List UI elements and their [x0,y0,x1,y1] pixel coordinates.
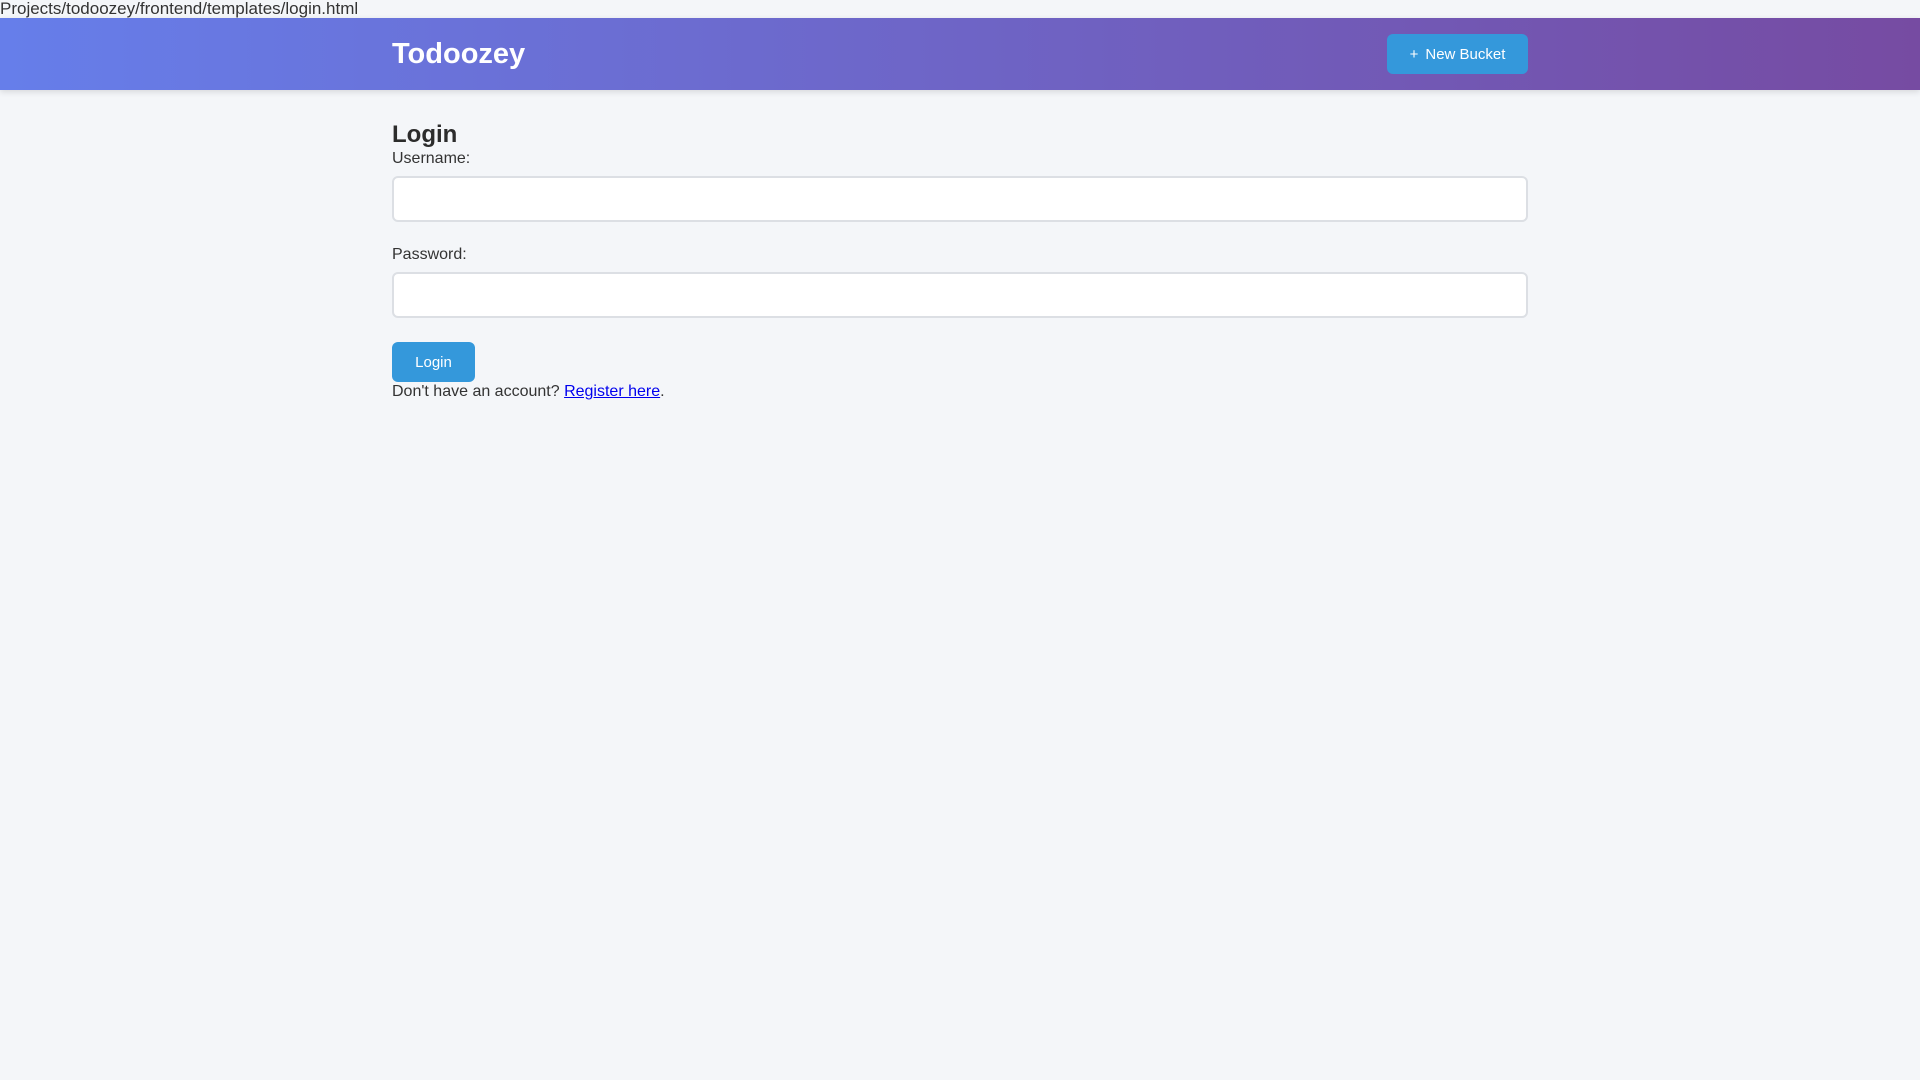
file-path-bar: Projects/todoozey/frontend/templates/log… [0,0,1920,18]
register-prompt-text: Don't have an account? [392,383,560,400]
register-link[interactable]: Register here [564,383,660,400]
password-input[interactable] [392,272,1528,318]
password-label: Password: [392,246,467,263]
app-brand[interactable]: Todoozey [392,35,525,73]
login-container: Login Username: Password: Login Don't ha… [392,120,1528,402]
username-input[interactable] [392,176,1528,222]
login-form: Username: Password: Login [392,150,1528,382]
page-title: Login [392,121,458,148]
register-suffix: . [660,383,665,400]
app-header: Todoozey + New Bucket [0,18,1920,90]
plus-icon: + [1409,45,1419,63]
login-button[interactable]: Login [392,342,475,382]
new-bucket-button[interactable]: + New Bucket [1387,34,1528,74]
new-bucket-label: New Bucket [1425,45,1506,63]
username-label: Username: [392,150,471,167]
register-prompt: Don't have an account? Register here. [392,382,1528,402]
